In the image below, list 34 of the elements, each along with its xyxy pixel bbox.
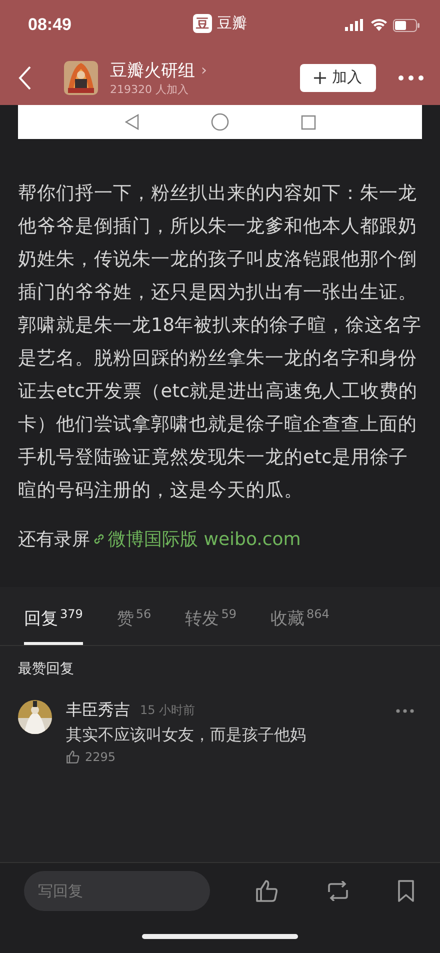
link-icon: [92, 532, 106, 546]
group-name[interactable]: 豆瓣火研组: [110, 58, 195, 82]
more-icon[interactable]: [396, 708, 414, 712]
section-title: 最赞回复: [18, 660, 75, 678]
signal-icon: [345, 19, 365, 31]
back-triangle-icon: [124, 114, 138, 130]
comment-tab[interactable]: 转发$^{59}$: [185, 601, 236, 645]
join-button[interactable]: 加入: [300, 64, 376, 92]
comment-tab[interactable]: 收藏$^{864}$: [270, 601, 330, 645]
back-icon[interactable]: [18, 64, 32, 90]
bookmark-icon[interactable]: [396, 879, 416, 903]
chevron-icon[interactable]: ›: [201, 61, 207, 79]
thumbs-up-icon[interactable]: [66, 750, 80, 764]
battery-icon: [393, 18, 420, 32]
comment-tab[interactable]: 赞$^{56}$: [116, 601, 152, 645]
comment-author[interactable]: 丰臣秀吉: [66, 700, 130, 721]
circle-icon: [210, 113, 228, 131]
reply-field[interactable]: 写回复: [24, 871, 210, 911]
wifi-icon: [371, 19, 387, 31]
square-icon: [300, 114, 316, 130]
app-logo: 豆: [193, 14, 212, 33]
comment-tab[interactable]: 回复$^{379}$: [24, 601, 83, 645]
comment-text: 其实不应该叫女友，而是孩子他妈: [66, 725, 307, 746]
app-name: 豆瓣: [217, 14, 247, 33]
member-count: 219320 人加入: [110, 82, 190, 96]
post-paragraph: 帮你们捋一下，粉丝扒出来的内容如下：朱一龙他爷爷是倒插门，所以朱一龙爹和他本人都跟奶奶姓朱，传说朱一龙的孩子叫皮洛铠跟他那个倒插门的爷爷姓，还只是因为扒出有一张出生证。郭啸就是朱一龙18年被扒来的徐子暄，徐这名字是艺名。脱粉回踩的粉丝拿朱一龙的名字和身份证去etc开发票（etc就是进出高速免人工收费的卡）他们尝试拿郭啸也就是徐子暄企查查上面的手机号登陆验证竟然发现朱一龙的etc是用徐子暄的号码注册的，这是今天的瓜。: [18, 182, 422, 503]
more-icon[interactable]: [398, 74, 424, 80]
thumbs-up-icon[interactable]: [255, 879, 280, 903]
post-footer-text: 还有录屏: [18, 528, 90, 551]
status-time: 08:49: [28, 15, 72, 35]
plus-icon: [314, 72, 326, 84]
comment-time: 15 小时前: [140, 702, 196, 719]
weibo-link[interactable]: 微博国际版 weibo.com: [108, 527, 301, 551]
like-count: 2295: [85, 750, 116, 764]
